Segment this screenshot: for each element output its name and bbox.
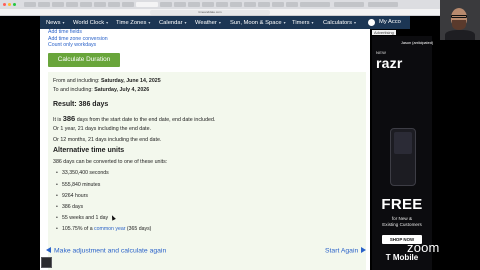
ad-subline-1: for New &: [391, 216, 413, 221]
browser-tab-active[interactable]: [136, 2, 158, 7]
list-item: 9264 hours: [56, 193, 88, 199]
user-icon[interactable]: [368, 19, 375, 26]
browser-tab[interactable]: [160, 2, 172, 7]
adjust-calculate-link[interactable]: Make adjustment and calculate again: [46, 247, 166, 255]
browser-tab[interactable]: [300, 2, 330, 7]
browser-tab[interactable]: [24, 2, 36, 7]
start-again-link[interactable]: Start Again: [325, 247, 367, 255]
browser-tab[interactable]: [122, 2, 134, 7]
phone-image-icon: [390, 128, 416, 186]
common-year-link[interactable]: common year: [94, 226, 125, 232]
count-only-workdays-link[interactable]: Count only workdays: [48, 42, 108, 49]
chevron-down-icon: ▾: [354, 20, 357, 25]
browser-tab-bar: [0, 0, 440, 9]
result-panel: From and including: Saturday, June 14, 2…: [48, 72, 366, 270]
browser-tab[interactable]: [66, 2, 78, 7]
video-thumbnail: [41, 257, 52, 268]
zoom-watermark: zoom: [407, 240, 440, 255]
calculate-duration-button[interactable]: Calculate Duration: [48, 53, 120, 67]
list-item: 55 weeks and 1 day: [56, 215, 108, 221]
alt-units-intro: 386 days can be converted to one of thes…: [53, 159, 168, 165]
browser-tab[interactable]: [334, 2, 364, 7]
main-content: Add time fields Add time zone conversion…: [40, 29, 370, 270]
nav-sun-moon-space[interactable]: Sun, Moon & Space ▾: [230, 16, 286, 29]
browser-tab[interactable]: [286, 2, 298, 7]
chevron-down-icon: ▾: [311, 20, 314, 25]
nav-timers[interactable]: Timers ▾: [292, 16, 314, 29]
url-field[interactable]: timeanddate.com: [150, 10, 270, 15]
to-line: To and including: Saturday, July 4, 2026: [53, 87, 150, 93]
nav-weather[interactable]: Weather ▾: [195, 16, 221, 29]
browser-tab[interactable]: [38, 2, 50, 7]
browser-tab[interactable]: [52, 2, 64, 7]
browser-tab[interactable]: [174, 2, 186, 7]
alt-years-days: Or 1 year, 21 days including the end dat…: [53, 126, 152, 132]
browser-tab[interactable]: [368, 2, 398, 7]
browser-tab[interactable]: [202, 2, 214, 7]
list-item: 33,350,400 seconds: [56, 170, 109, 176]
list-item: 105.75% of a common year (365 days): [56, 226, 151, 232]
nav-calendar[interactable]: Calendar ▾: [159, 16, 187, 29]
browser-tab[interactable]: [216, 2, 228, 7]
browser-tab[interactable]: [80, 2, 92, 7]
browser-tab[interactable]: [108, 2, 120, 7]
alt-units-heading: Alternative time units: [53, 147, 125, 154]
chevron-down-icon: ▾: [106, 20, 109, 25]
result-heading: Result: 386 days: [53, 101, 109, 108]
browser-tab[interactable]: [258, 2, 270, 7]
close-window-icon[interactable]: [3, 3, 6, 6]
minimize-window-icon[interactable]: [8, 3, 11, 6]
nav-world-clock[interactable]: World Clock ▾: [73, 16, 108, 29]
browser-tab[interactable]: [272, 2, 284, 7]
option-links: Add time fields Add time zone conversion…: [48, 29, 108, 49]
chevron-down-icon: ▾: [148, 20, 151, 25]
from-line: From and including: Saturday, June 14, 2…: [53, 78, 161, 84]
webcam-video: [440, 0, 480, 40]
maximize-window-icon[interactable]: [13, 3, 16, 6]
browser-tab[interactable]: [94, 2, 106, 7]
list-item: 555,840 minutes: [56, 182, 100, 188]
alt-months-days: Or 12 months, 21 days including the end …: [53, 137, 162, 143]
chevron-down-icon: ▾: [283, 20, 286, 25]
nav-my-account[interactable]: My Acco: [379, 16, 401, 29]
days-sentence: It is 386 days from the start date to th…: [53, 114, 216, 123]
chevron-down-icon: ▾: [218, 20, 221, 25]
browser-tab[interactable]: [244, 2, 256, 7]
chevron-down-icon: ▾: [62, 20, 65, 25]
list-item: 386 days: [56, 204, 83, 210]
nav-time-zones[interactable]: Time Zones ▾: [116, 16, 150, 29]
site-nav-bar: News ▾ World Clock ▾ Time Zones ▾ Calendar ▾…: [40, 16, 410, 29]
address-bar-row: timeanddate.com: [0, 9, 440, 16]
ad-subline-2: Existing Customers: [382, 222, 422, 227]
participant-name: Jason (anticipated): [401, 41, 434, 45]
triangle-right-icon: [361, 247, 367, 253]
ad-free-headline: FREE: [381, 196, 423, 213]
ad-brand: razr: [376, 55, 403, 71]
advertising-label: Advertising: [372, 30, 396, 35]
chevron-down-icon: ▾: [184, 20, 187, 25]
nav-calculators[interactable]: Calculators ▾: [323, 16, 356, 29]
razr-advertisement[interactable]: NEW razr FREE for New & Existing Custome…: [372, 36, 432, 270]
browser-tab[interactable]: [230, 2, 242, 7]
nav-news[interactable]: News ▾: [46, 16, 65, 29]
triangle-left-icon: [46, 247, 51, 253]
browser-tab[interactable]: [188, 2, 200, 7]
